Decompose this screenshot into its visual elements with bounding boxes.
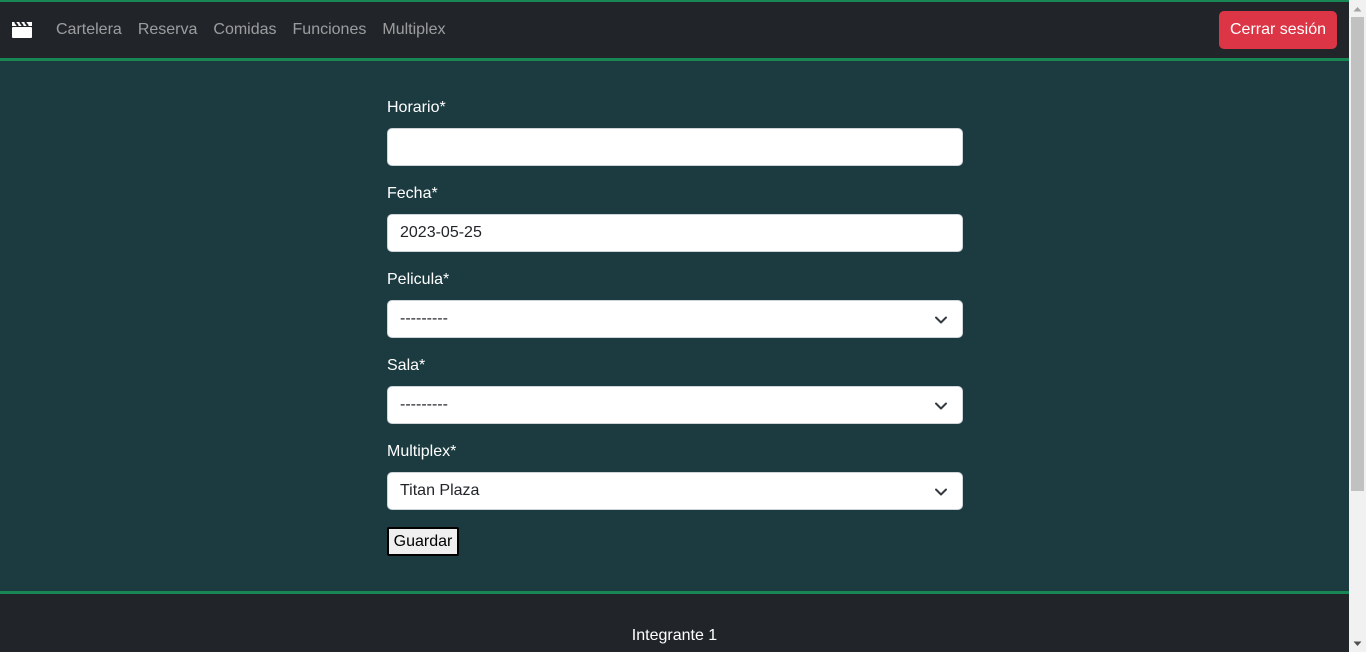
horario-input[interactable]	[387, 128, 963, 166]
multiplex-label: Multiplex*	[387, 443, 457, 460]
main-content: Horario* Fecha* 2023-05-25 Pelicula* ---…	[0, 61, 1349, 591]
sala-selected-value: ---------	[400, 396, 448, 413]
chevron-down-icon	[935, 402, 947, 410]
pelicula-label: Pelicula*	[387, 271, 450, 288]
scroll-down-arrow-icon[interactable]	[1349, 635, 1366, 652]
nav-link-multiplex[interactable]: Multiplex	[374, 21, 453, 39]
nav-link-reserva[interactable]: Reserva	[130, 21, 206, 39]
footer-member-text: Integrante 1	[631, 627, 718, 644]
fecha-value: 2023-05-25	[400, 224, 482, 241]
horario-label: Horario*	[387, 99, 446, 116]
nav-link-funciones[interactable]: Funciones	[285, 21, 375, 39]
multiplex-select[interactable]: Titan Plaza	[387, 472, 963, 510]
footer: Integrante 1	[0, 591, 1349, 652]
multiplex-selected-value: Titan Plaza	[400, 482, 480, 499]
save-button[interactable]: Guardar	[387, 527, 459, 556]
chevron-down-icon	[935, 316, 947, 324]
nav-link-comidas[interactable]: Comidas	[205, 21, 284, 39]
sala-select[interactable]: ---------	[387, 386, 963, 424]
nav-link-cartelera[interactable]: Cartelera	[48, 21, 130, 39]
vertical-scrollbar[interactable]	[1349, 0, 1366, 652]
fecha-input[interactable]: 2023-05-25	[387, 214, 963, 252]
pelicula-select[interactable]: ---------	[387, 300, 963, 338]
scroll-up-arrow-icon[interactable]	[1349, 0, 1366, 17]
pelicula-selected-value: ---------	[400, 310, 448, 327]
sala-label: Sala*	[387, 357, 426, 374]
logout-button[interactable]: Cerrar sesión	[1219, 11, 1337, 49]
top-navbar: Cartelera Reserva Comidas Funciones Mult…	[0, 0, 1349, 61]
clapperboard-icon[interactable]	[11, 21, 33, 39]
nav-links: Cartelera Reserva Comidas Funciones Mult…	[48, 21, 454, 39]
chevron-down-icon	[935, 488, 947, 496]
fecha-label: Fecha*	[387, 185, 438, 202]
scrollbar-thumb[interactable]	[1351, 17, 1364, 491]
